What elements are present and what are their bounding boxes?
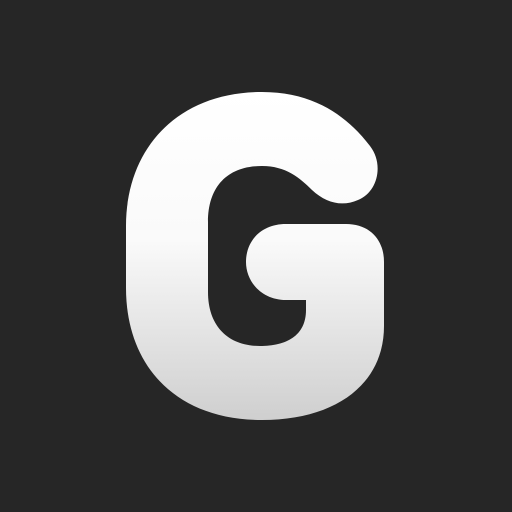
g-glyph-shape	[126, 92, 384, 420]
g-letter-logo-icon	[126, 92, 384, 420]
app-icon	[0, 0, 512, 512]
